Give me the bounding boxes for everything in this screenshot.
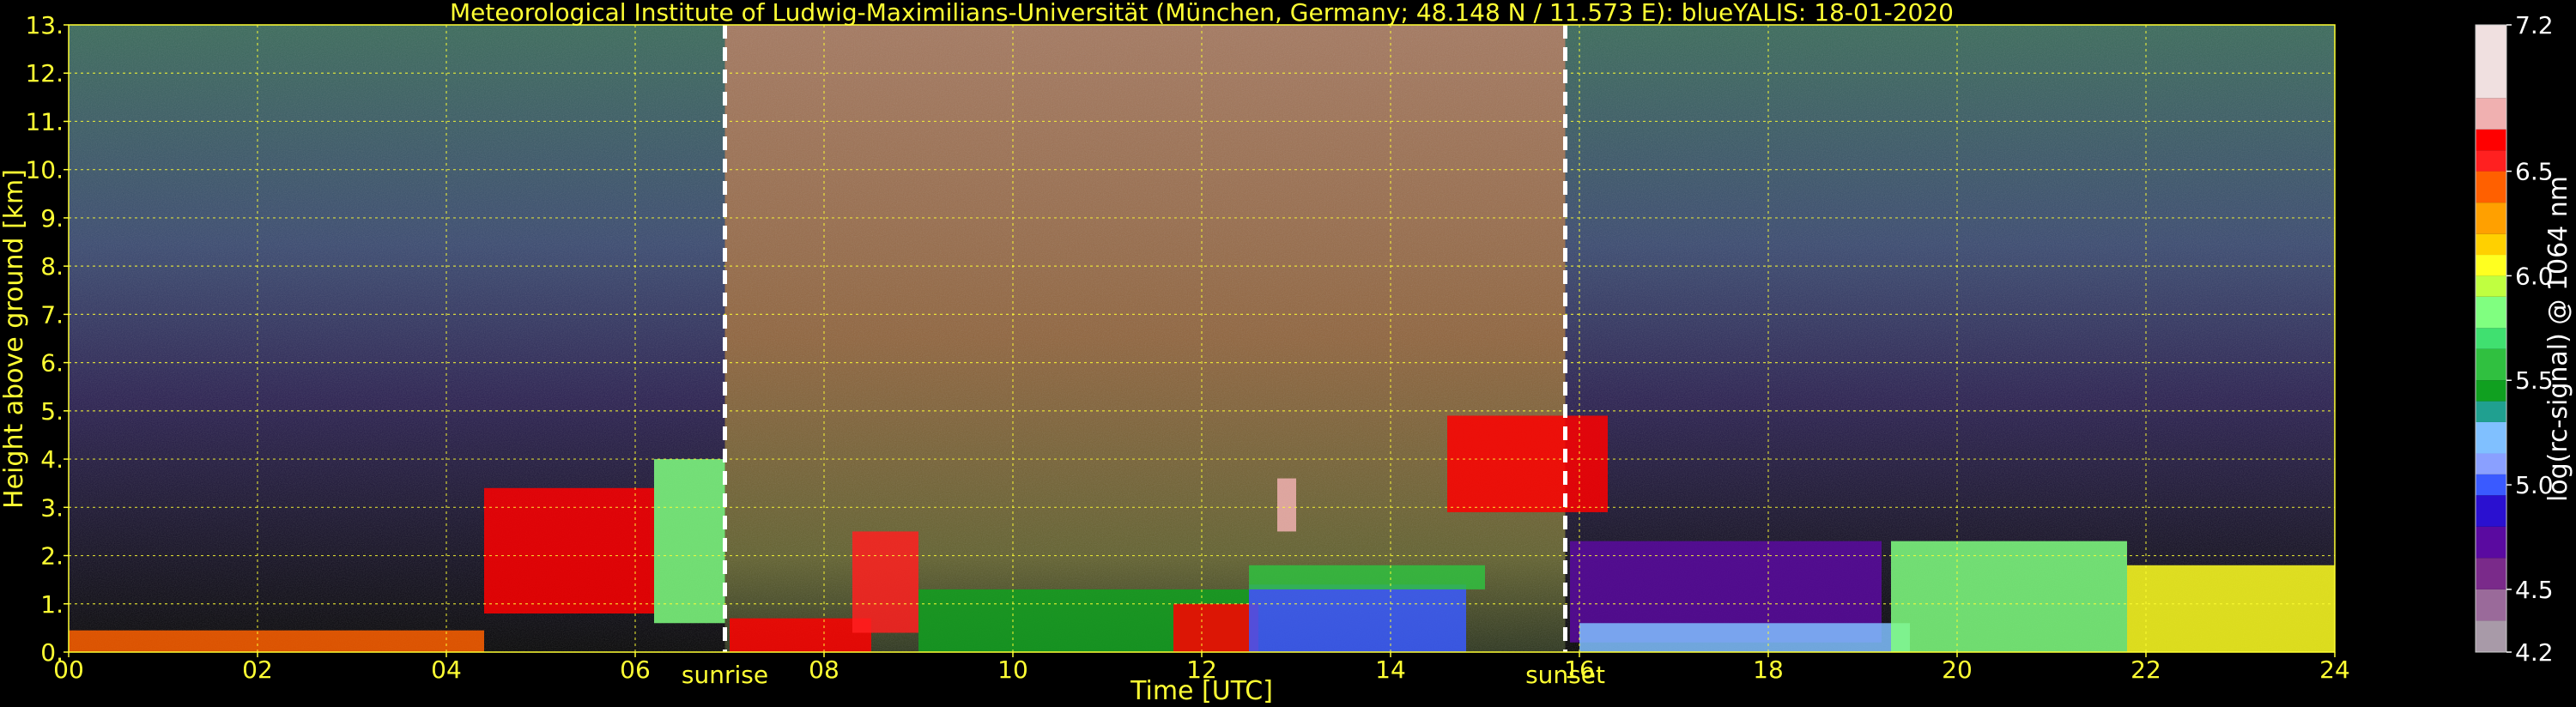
colorbar-label: log(rc-signal) @ 1064 nm (2543, 176, 2573, 502)
colorbar-swatch (2476, 255, 2506, 276)
colorbar-tick-label: 7.2 (2515, 11, 2554, 39)
x-tick-label: 02 (242, 656, 273, 684)
colorbar-swatch (2476, 98, 2506, 130)
colorbar-swatch (2476, 348, 2506, 381)
colorbar-tick-label: 4.2 (2515, 638, 2554, 667)
y-tick-label: 4. (40, 445, 64, 474)
y-axis-label: Height above ground [km] (0, 169, 29, 509)
colorbar-swatch (2476, 401, 2506, 422)
colorbar-swatch (2476, 25, 2506, 99)
y-tick-label: 11. (25, 107, 64, 136)
y-tick-label: 10. (25, 156, 64, 184)
signal-layer (1249, 565, 1485, 589)
signal-layer (730, 618, 871, 652)
y-tick-label: 2. (40, 542, 64, 571)
signal-layer (1173, 603, 1258, 652)
colorbar-swatch (2476, 589, 2506, 621)
colorbar-swatch (2476, 421, 2506, 454)
colorbar-swatch (2476, 495, 2506, 527)
colorbar-swatches (2476, 25, 2506, 652)
colorbar-swatch (2476, 233, 2506, 256)
signal-layer (852, 531, 918, 633)
signal-layer (1277, 478, 1296, 532)
colorbar: 4.24.55.05.56.06.57.2 log(rc-signal) @ 1… (2475, 11, 2573, 667)
x-tick-label: 04 (431, 656, 462, 684)
signal-layer (1579, 623, 1910, 652)
chart-title: Meteorological Institute of Ludwig-Maxim… (450, 0, 1954, 27)
colorbar-swatch (2476, 620, 2506, 652)
x-tick-label: 10 (997, 656, 1028, 684)
x-tick-label: 16 (1564, 656, 1595, 684)
y-tick-labels: 0.1.2.3.4.5.6.7.8.9.10.11.12.13. (25, 11, 69, 667)
colorbar-swatch (2476, 474, 2506, 496)
colorbar-swatch (2476, 328, 2506, 349)
x-tick-label: 20 (1942, 656, 1973, 684)
x-axis-label: Time [UTC] (1130, 676, 1273, 706)
y-tick-label: 7. (40, 300, 64, 329)
y-tick-label: 9. (40, 204, 64, 233)
x-tick-label: 22 (2131, 656, 2161, 684)
colorbar-tick-label: 4.5 (2515, 576, 2554, 604)
x-tick-label: 08 (809, 656, 839, 684)
y-tick-label: 8. (40, 252, 64, 281)
colorbar-swatch (2476, 171, 2506, 203)
colorbar-swatch (2476, 275, 2506, 297)
colorbar-swatch (2476, 453, 2506, 474)
colorbar-swatch (2476, 129, 2506, 151)
y-tick-label: 5. (40, 397, 64, 426)
x-tick-label: 18 (1753, 656, 1784, 684)
colorbar-swatch (2476, 296, 2506, 329)
signal-layer (2127, 565, 2335, 652)
x-tick-label: 06 (620, 656, 651, 684)
y-tick-label: 3. (40, 493, 64, 522)
colorbar-swatch (2476, 202, 2506, 234)
signal-layer (1249, 584, 1466, 652)
colorbar-swatch (2476, 558, 2506, 589)
signal-layer (654, 459, 725, 624)
signal-layer (1447, 415, 1608, 512)
sun-event-label: sunrise (682, 661, 768, 689)
y-tick-label: 12. (25, 59, 64, 88)
lidar-quicklook-chart: sunrise sunset 0.1.2.3.4.5.6.7.8.9.10.11.… (0, 0, 2573, 706)
y-tick-label: 13. (25, 11, 64, 39)
signal-layer (1891, 541, 2127, 652)
colorbar-swatch (2476, 150, 2506, 172)
x-tick-label: 00 (53, 656, 84, 684)
colorbar-swatch (2476, 380, 2506, 402)
colorbar-swatch (2476, 526, 2506, 559)
x-tick-label: 14 (1375, 656, 1406, 684)
y-tick-label: 6. (40, 349, 64, 378)
y-tick-label: 1. (40, 590, 64, 619)
signal-layer (69, 630, 484, 652)
x-tick-label: 24 (2319, 656, 2350, 684)
